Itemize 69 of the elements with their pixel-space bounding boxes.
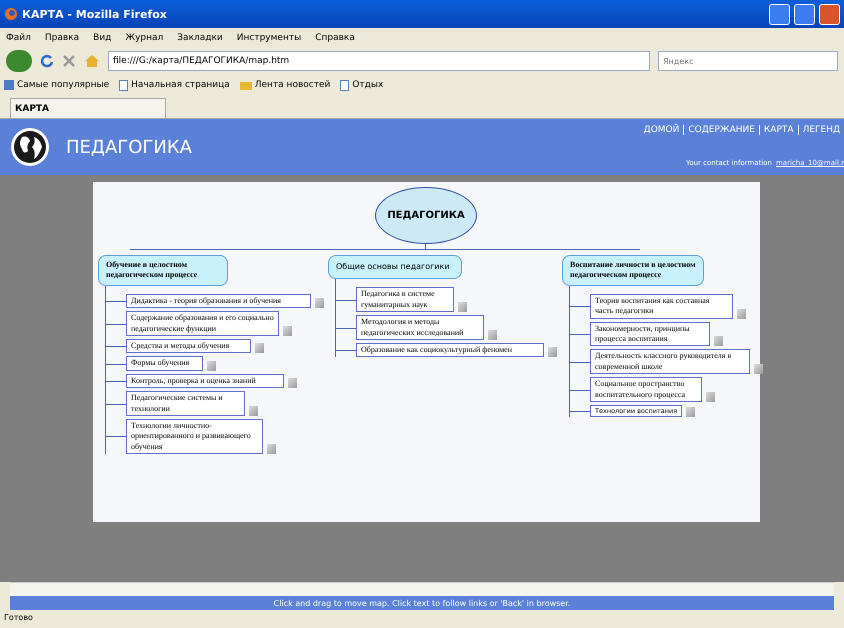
menu-item[interactable]: Файл bbox=[6, 33, 31, 43]
bookmark-icon bbox=[4, 80, 14, 90]
browser-tab[interactable]: КАРТА bbox=[10, 98, 166, 118]
folder-icon bbox=[240, 80, 252, 90]
mind-map[interactable] bbox=[93, 182, 760, 522]
note-icon[interactable] bbox=[714, 336, 723, 346]
branch-node[interactable]: Обучение в целостном педагогическом процессе bbox=[98, 255, 228, 286]
nav-link[interactable]: ЛЕГЕНД bbox=[798, 125, 844, 135]
bookmark-item[interactable]: Отдых bbox=[340, 80, 384, 90]
note-icon[interactable] bbox=[283, 326, 292, 336]
menu-item[interactable]: Журнал bbox=[125, 33, 164, 43]
topic-node[interactable]: Деятельность классного руководителя в современной школе bbox=[590, 349, 750, 374]
root-node[interactable]: ПЕДАГОГИКА bbox=[375, 187, 477, 244]
note-icon[interactable] bbox=[548, 347, 557, 358]
nav-link[interactable]: КАРТА bbox=[758, 125, 798, 135]
minimize-button[interactable] bbox=[769, 4, 790, 24]
topic-node[interactable]: Педагогика в системе гуманитарных наук bbox=[356, 287, 454, 312]
topic-node[interactable]: Средства и методы обучения bbox=[126, 338, 251, 354]
topic-node[interactable]: Формы обучения bbox=[126, 356, 203, 371]
topic-node[interactable]: Образование как социокультурный феномен bbox=[356, 342, 544, 358]
menu-item[interactable]: Правка bbox=[44, 33, 80, 43]
note-icon[interactable] bbox=[458, 302, 467, 312]
bookmark-item[interactable]: Начальная страница bbox=[119, 80, 230, 90]
topic-node[interactable]: Технологии личностно-ориентированного и развивающего обучения bbox=[126, 418, 263, 454]
topic-node[interactable]: Содержание образования и его социально педагогические функции bbox=[126, 311, 279, 336]
window-title: КАРТА - Mozilla Firefox bbox=[22, 8, 168, 20]
topic-node[interactable]: Социальное пространство воспитательного процесса bbox=[590, 377, 702, 402]
branch-node[interactable]: Воспитание личности в целостном педагогическом процессе bbox=[562, 255, 704, 286]
status-text: Готово bbox=[3, 612, 34, 624]
firefox-icon bbox=[4, 7, 18, 21]
search-field[interactable]: Яндекс bbox=[658, 51, 838, 71]
maximize-button[interactable] bbox=[794, 4, 815, 24]
note-icon[interactable] bbox=[267, 444, 276, 454]
note-icon[interactable] bbox=[686, 407, 695, 418]
menu-item[interactable]: Справка bbox=[315, 33, 355, 43]
page-icon bbox=[119, 80, 128, 90]
note-icon[interactable] bbox=[249, 406, 258, 416]
site-title: ПЕДАГОГИКА bbox=[66, 136, 192, 158]
menu-item[interactable]: Вид bbox=[93, 33, 112, 43]
page-icon bbox=[340, 80, 350, 90]
note-icon[interactable] bbox=[315, 298, 324, 308]
nav-link[interactable]: ДОМОЙ bbox=[640, 125, 684, 135]
topic-node[interactable]: Теория воспитания как составная часть педагогики bbox=[590, 294, 733, 319]
globe-icon bbox=[10, 127, 50, 167]
topic-node[interactable]: Закономерности, принципы процесса воспитания bbox=[590, 322, 710, 346]
note-icon[interactable] bbox=[288, 378, 297, 388]
topic-node[interactable]: Контроль, проверка и оценка знаний bbox=[126, 374, 284, 388]
topic-node[interactable]: Дидактика - теория образования и обучения bbox=[126, 294, 311, 308]
scrollbar[interactable] bbox=[10, 582, 834, 596]
note-icon[interactable] bbox=[207, 360, 216, 371]
hint-text: Click and drag to move map. Click text to follow links or 'Back' in browser. bbox=[10, 596, 834, 610]
note-icon[interactable] bbox=[255, 343, 264, 354]
bookmark-item[interactable]: Лента новостей bbox=[240, 80, 330, 90]
note-icon[interactable] bbox=[488, 330, 497, 340]
home-icon[interactable] bbox=[84, 54, 100, 68]
note-icon[interactable] bbox=[737, 308, 746, 319]
bookmark-item[interactable]: Самые популярные bbox=[4, 80, 110, 90]
topic-node[interactable]: Педагогические системы и технологии bbox=[126, 391, 245, 416]
topic-node[interactable]: Методология и методы педагогических исследований bbox=[356, 315, 484, 340]
close-button[interactable] bbox=[819, 4, 840, 24]
address-field[interactable]: file:///G:/карта/ПЕДАГОГИКА/map.htm bbox=[108, 51, 650, 71]
note-icon[interactable] bbox=[706, 392, 715, 402]
stop-icon[interactable] bbox=[62, 54, 76, 68]
branch-node[interactable]: Общие основы педагогики bbox=[328, 255, 462, 280]
nav-link[interactable]: СОДЕРЖАНИЕ bbox=[683, 125, 759, 135]
menu-item[interactable]: Инструменты bbox=[236, 33, 302, 43]
menu-item[interactable]: Закладки bbox=[177, 33, 223, 43]
reload-icon[interactable] bbox=[40, 54, 54, 68]
note-icon[interactable] bbox=[754, 364, 763, 374]
